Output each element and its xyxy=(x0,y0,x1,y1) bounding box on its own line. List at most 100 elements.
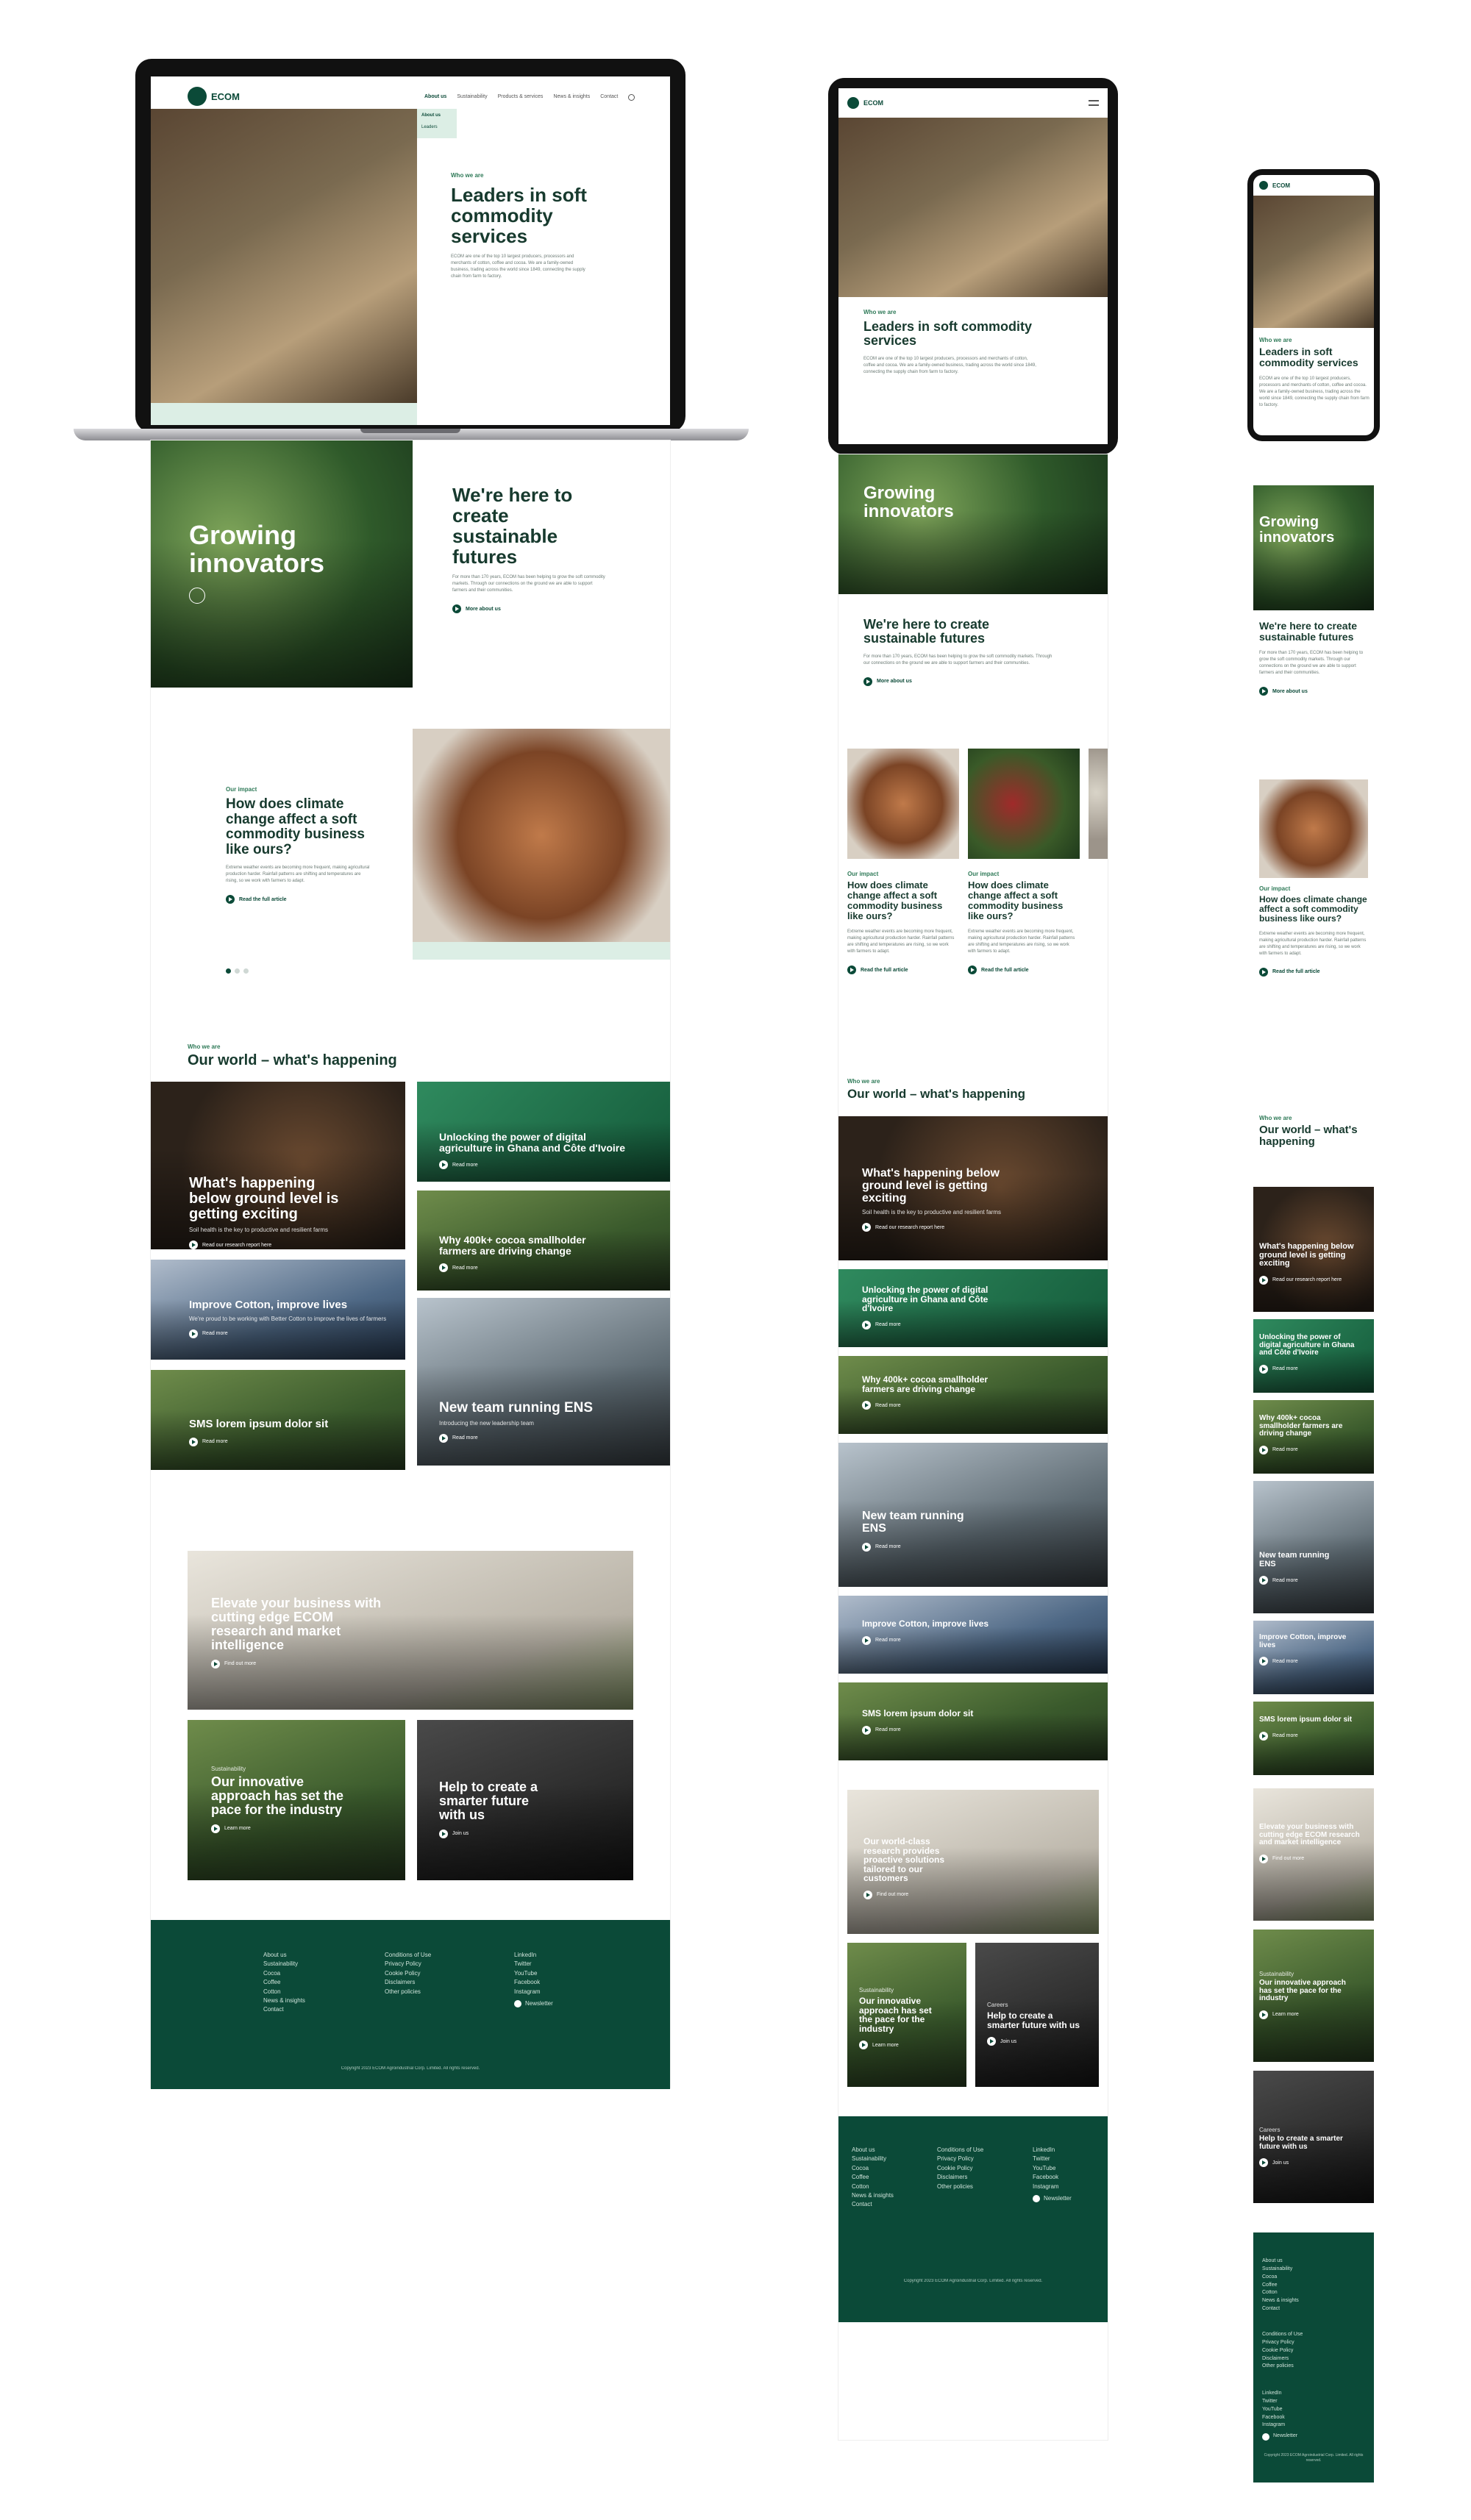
footer-link[interactable]: Contact xyxy=(852,2200,894,2209)
tablet-promo-main-link[interactable]: Find out more xyxy=(863,1890,966,1899)
footer-link[interactable]: Other policies xyxy=(385,1988,431,1996)
mobile-card-soil-link[interactable]: Read our research report here xyxy=(1259,1275,1362,1285)
newsletter-link[interactable]: Newsletter xyxy=(514,1999,553,2008)
footer-link[interactable]: Privacy Policy xyxy=(1262,2339,1303,2347)
mobile-card-cotton-link[interactable]: Read more xyxy=(1259,1657,1362,1666)
nav-item-contact[interactable]: Contact xyxy=(600,94,618,101)
mobile-card-cocoa-link[interactable]: Read more xyxy=(1259,1445,1355,1454)
tablet-promo-left-link[interactable]: Learn more xyxy=(859,2041,947,2050)
nav-item-about[interactable]: About us xyxy=(424,94,446,101)
tablet-logo[interactable]: ECOM xyxy=(847,97,883,109)
footer-link[interactable]: Disclaimers xyxy=(937,2173,983,2182)
mobile-promo-right-link[interactable]: Join us xyxy=(1259,2158,1347,2167)
footer-link[interactable]: Sustainability xyxy=(1262,2266,1299,2274)
footer-link[interactable]: News & insights xyxy=(1262,2297,1299,2305)
tablet-more-link[interactable]: More about us xyxy=(863,677,1055,686)
footer-link[interactable]: Coffee xyxy=(852,2173,894,2182)
footer-link[interactable]: Conditions of Use xyxy=(385,1951,431,1960)
brand-logo[interactable]: ECOM xyxy=(188,87,240,106)
footer-link[interactable]: YouTube xyxy=(514,1969,553,1978)
carousel-dot-active[interactable] xyxy=(226,968,231,974)
promo-right-link[interactable]: Join us xyxy=(439,1829,557,1838)
tablet-promo-right-link[interactable]: Join us xyxy=(987,2037,1083,2046)
read-article-link[interactable]: Read the full article xyxy=(226,895,373,904)
footer-link[interactable]: Conditions of Use xyxy=(1262,2331,1303,2339)
footer-link[interactable]: LinkedIn xyxy=(1262,2390,1297,2398)
footer-link[interactable]: YouTube xyxy=(1033,2164,1072,2173)
tablet-impact-image-2[interactable] xyxy=(968,749,1080,859)
mobile-impact-image[interactable] xyxy=(1259,779,1368,878)
footer-link[interactable]: Facebook xyxy=(514,1978,553,1987)
play-button[interactable] xyxy=(189,587,205,604)
footer-link[interactable]: Instagram xyxy=(1262,2421,1297,2430)
footer-link[interactable]: Conditions of Use xyxy=(937,2146,983,2155)
footer-link[interactable]: Sustainability xyxy=(852,2155,894,2163)
tablet-impact-link[interactable]: Read the full article xyxy=(847,965,956,975)
nav-item-sustainability[interactable]: Sustainability xyxy=(457,94,487,101)
footer-link[interactable]: Cotton xyxy=(263,1988,305,1996)
footer-link[interactable]: Instagram xyxy=(514,1988,553,1996)
footer-link[interactable]: Cocoa xyxy=(852,2164,894,2173)
footer-link[interactable]: Twitter xyxy=(1033,2155,1072,2163)
footer-link[interactable]: Coffee xyxy=(1262,2282,1299,2290)
card-cotton-link[interactable]: Read more xyxy=(189,1329,388,1338)
tablet-card-digital-link[interactable]: Read more xyxy=(862,1320,1009,1329)
tablet-menu-icon[interactable] xyxy=(1089,100,1099,106)
tablet-card-soil-link[interactable]: Read our research report here xyxy=(862,1223,1009,1232)
footer-link[interactable]: YouTube xyxy=(1262,2406,1297,2414)
footer-link[interactable]: Cocoa xyxy=(263,1969,305,1978)
footer-link[interactable]: Cotton xyxy=(1262,2289,1299,2297)
footer-link[interactable]: About us xyxy=(1262,2257,1299,2266)
mobile-impact-link[interactable]: Read the full article xyxy=(1259,967,1368,977)
footer-link[interactable]: LinkedIn xyxy=(1033,2146,1072,2155)
tablet-card-ens-link[interactable]: Read more xyxy=(862,1542,965,1552)
card-cocoa-link[interactable]: Read more xyxy=(439,1263,586,1273)
tablet-card-cocoa-link[interactable]: Read more xyxy=(862,1401,994,1410)
mobile-card-digital-link[interactable]: Read more xyxy=(1259,1364,1362,1374)
mobile-card-ens[interactable] xyxy=(1253,1481,1374,1613)
footer-link[interactable]: About us xyxy=(263,1951,305,1960)
footer-link[interactable]: Coffee xyxy=(263,1978,305,1987)
footer-link[interactable]: Other policies xyxy=(1262,2363,1303,2371)
tablet-impact-image-3[interactable] xyxy=(1089,749,1108,859)
mobile-logo[interactable]: ECOM xyxy=(1259,181,1290,190)
mobile-card-sms-link[interactable]: Read more xyxy=(1259,1731,1362,1741)
footer-link[interactable]: Disclaimers xyxy=(1262,2355,1303,2363)
tablet-card-sms-link[interactable]: Read more xyxy=(862,1725,1009,1735)
footer-link[interactable]: Cotton xyxy=(852,2182,894,2191)
footer-link[interactable]: Cocoa xyxy=(1262,2274,1299,2282)
footer-link[interactable]: News & insights xyxy=(263,1996,305,2005)
footer-link[interactable]: News & insights xyxy=(852,2191,894,2200)
footer-link[interactable]: Cookie Policy xyxy=(385,1969,431,1978)
tablet-newsletter-link[interactable]: Newsletter xyxy=(1033,2194,1072,2203)
tablet-card-cotton-link[interactable]: Read more xyxy=(862,1635,1068,1645)
tablet-impact-link-2[interactable]: Read the full article xyxy=(968,965,1077,975)
footer-link[interactable]: Cookie Policy xyxy=(1262,2347,1303,2355)
nav-item-products[interactable]: Products & services xyxy=(498,94,544,101)
mobile-more-link[interactable]: More about us xyxy=(1259,687,1368,696)
more-about-us-link[interactable]: More about us xyxy=(452,604,607,614)
dropdown-leaders[interactable]: Leaders xyxy=(421,125,452,129)
footer-link[interactable]: Privacy Policy xyxy=(937,2155,983,2163)
promo-main-link[interactable]: Find out more xyxy=(211,1659,388,1668)
mobile-card-ens-link[interactable]: Read more xyxy=(1259,1576,1333,1585)
promo-left-link[interactable]: Learn more xyxy=(211,1824,358,1833)
footer-link[interactable]: Facebook xyxy=(1033,2173,1072,2182)
footer-link[interactable]: Twitter xyxy=(514,1960,553,1968)
card-ens-link[interactable]: Read more xyxy=(439,1433,645,1443)
dropdown-about[interactable]: About us xyxy=(421,113,452,118)
carousel-dot[interactable] xyxy=(235,968,240,974)
footer-link[interactable]: LinkedIn xyxy=(514,1951,553,1960)
carousel-dot[interactable] xyxy=(243,968,249,974)
search-icon[interactable] xyxy=(628,94,635,101)
footer-link[interactable]: Sustainability xyxy=(263,1960,305,1968)
footer-link[interactable]: Contact xyxy=(1262,2305,1299,2313)
footer-link[interactable]: Facebook xyxy=(1262,2414,1297,2422)
mobile-promo-left-link[interactable]: Learn more xyxy=(1259,2010,1347,2019)
card-digital-link[interactable]: Read more xyxy=(439,1160,638,1170)
mobile-promo-main-link[interactable]: Find out more xyxy=(1259,1854,1362,1863)
footer-link[interactable]: Twitter xyxy=(1262,2398,1297,2406)
card-soil-link[interactable]: Read our research report here xyxy=(189,1241,358,1249)
tablet-impact-image-1[interactable] xyxy=(847,749,959,859)
footer-link[interactable]: Privacy Policy xyxy=(385,1960,431,1968)
